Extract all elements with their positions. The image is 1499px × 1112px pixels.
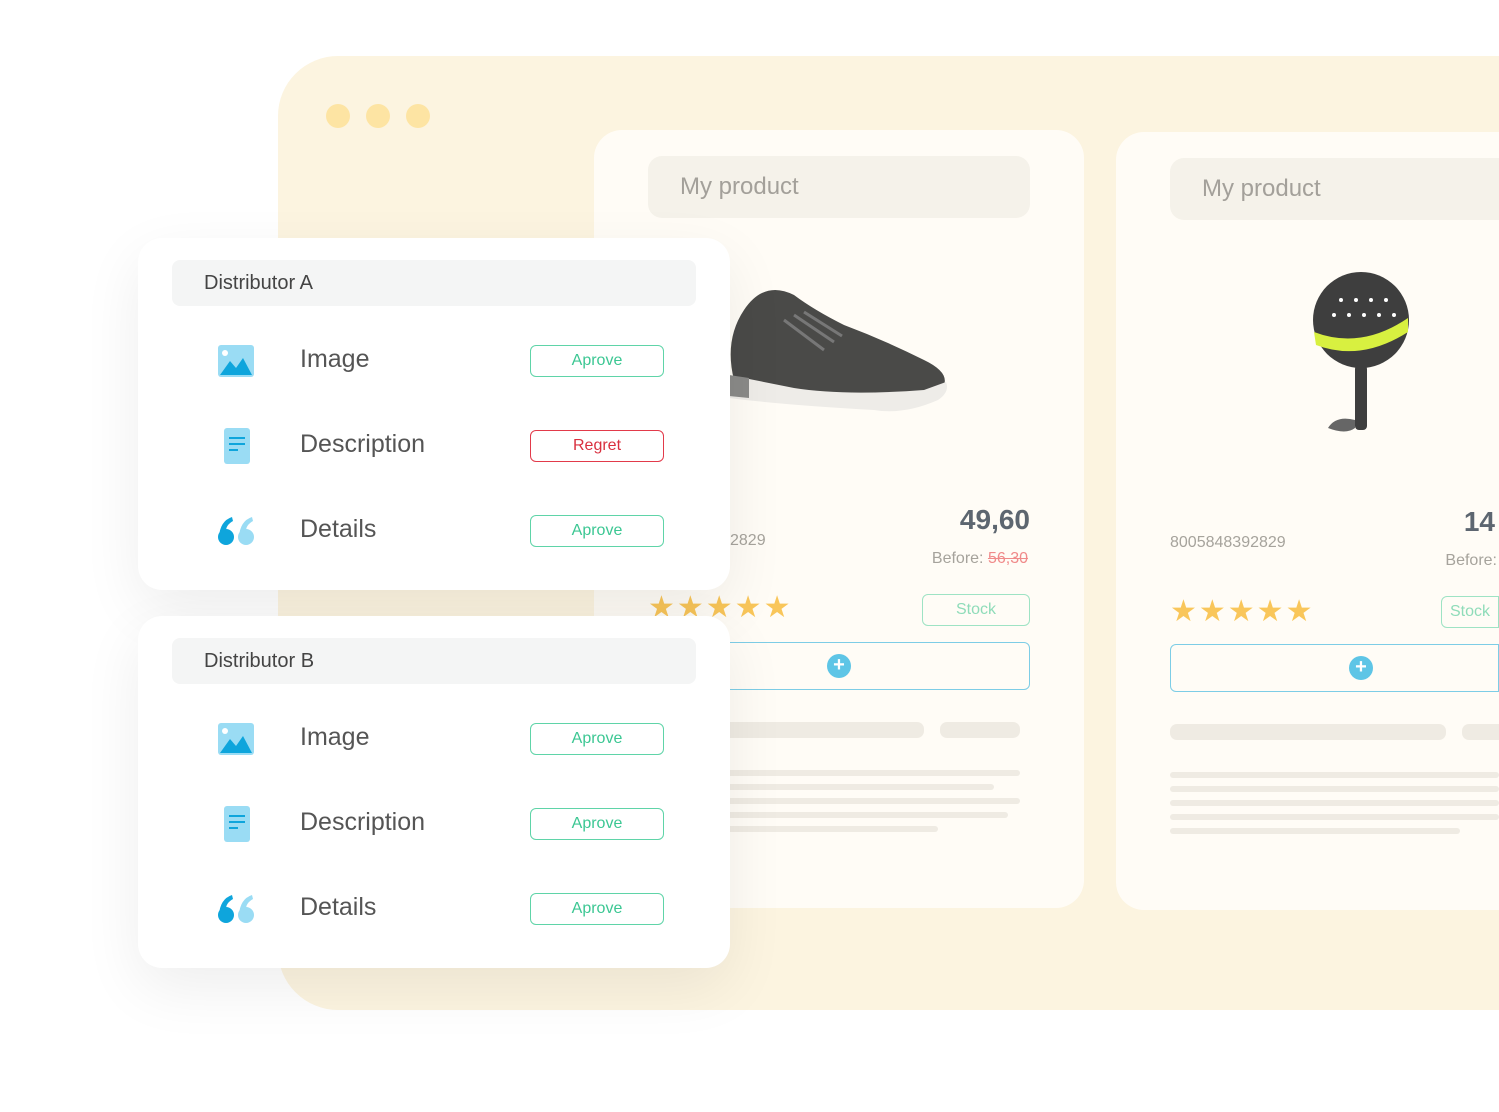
plus-icon: + [827,654,851,678]
distributor-name: Distributor A [172,260,696,306]
stock-button[interactable]: Stock [922,594,1030,626]
quote-icon [218,517,254,545]
product-card: My product 8005848392829 14 Before: ★★★★… [1116,132,1499,910]
approve-button[interactable]: Aprove [530,345,664,377]
approve-button[interactable]: Aprove [530,723,664,755]
product-before-price: Before: 56,30 [932,550,1028,568]
row-label: Image [300,345,370,373]
check-row-description: Description Regret [138,426,730,466]
image-icon [218,723,254,755]
row-label: Description [300,430,426,458]
window-dot [366,104,390,128]
row-label: Details [300,893,377,921]
distributor-panel-b: Distributor B Image Aprove Description A… [138,616,730,968]
regret-button[interactable]: Regret [530,430,664,462]
document-icon [224,806,250,842]
product-price: 49,60 [959,504,1030,535]
window-dot [326,104,350,128]
distributor-name: Distributor B [172,638,696,684]
placeholder-bar [1462,724,1499,740]
approve-button[interactable]: Aprove [530,808,664,840]
product-sku: 2829 [730,532,766,549]
row-label: Image [300,723,370,751]
product-sku: 8005848392829 [1170,534,1286,551]
distributor-panel-a: Distributor A Image Aprove Description R… [138,238,730,590]
quote-icon [218,895,254,923]
check-row-details: Details Aprove [138,511,730,551]
placeholder-line [1170,786,1499,792]
placeholder-line [1170,814,1499,820]
approve-button[interactable]: Aprove [530,893,664,925]
image-icon [218,345,254,377]
plus-icon: + [1349,656,1373,680]
check-row-description: Description Aprove [138,804,730,844]
placeholder-line [1170,772,1499,778]
old-price: 56,30 [987,550,1028,567]
before-label: Before: [931,550,984,567]
product-before-label: Before: [1445,552,1497,569]
check-row-image: Image Aprove [138,719,730,759]
placeholder-line [1170,828,1460,834]
shoe-image [729,290,947,412]
product-title: My product [1170,158,1499,220]
row-label: Details [300,515,377,543]
product-price: 14 [1463,506,1495,537]
add-button[interactable]: + [1170,644,1499,692]
stock-button[interactable]: Stock [1441,596,1499,628]
check-row-details: Details Aprove [138,889,730,929]
product-title: My product [648,156,1030,218]
placeholder-bar [1170,724,1446,740]
approve-button[interactable]: Aprove [530,515,664,547]
window-dot [406,104,430,128]
placeholder-bar [940,722,1020,738]
check-row-image: Image Aprove [138,341,730,381]
padel-racket-image [1313,272,1409,432]
row-label: Description [300,808,426,836]
document-icon [224,428,250,464]
rating-stars: ★★★★★ [1170,595,1315,628]
placeholder-line [1170,800,1499,806]
